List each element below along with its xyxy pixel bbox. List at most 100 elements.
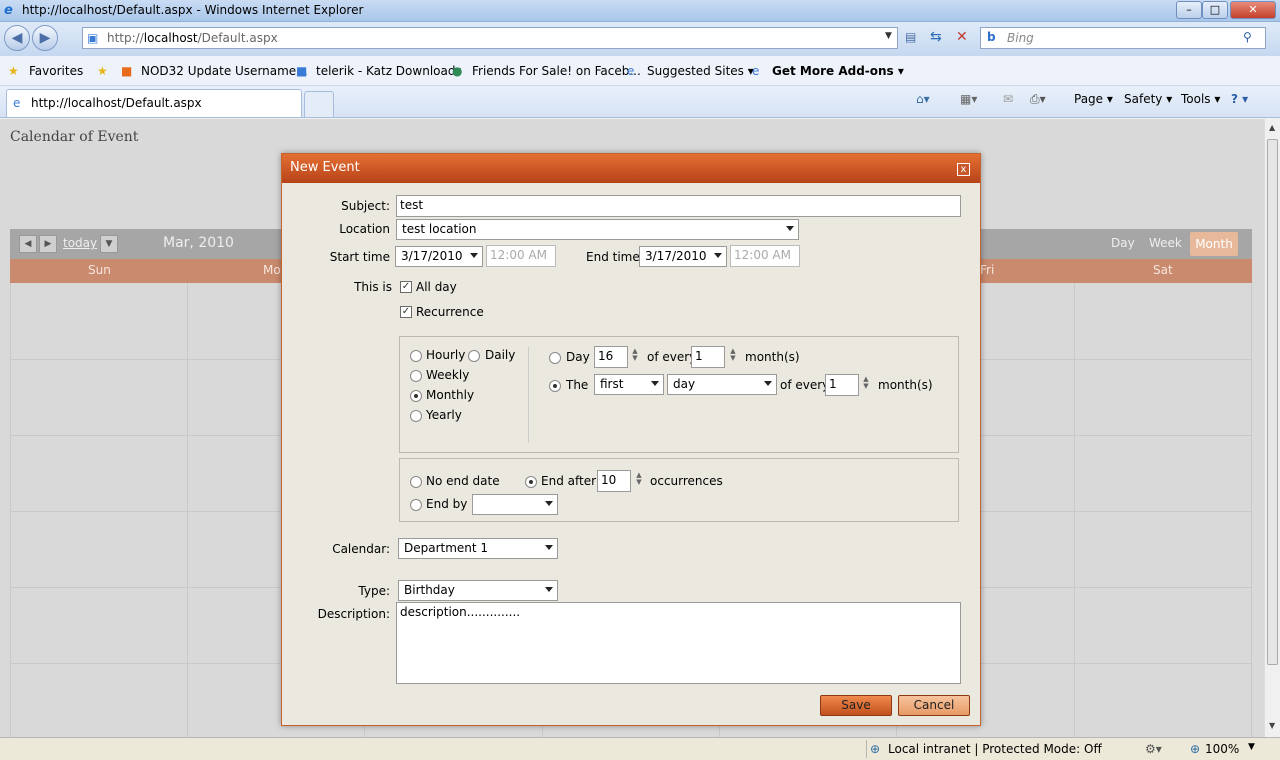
maximize-button[interactable]: □	[1202, 1, 1228, 19]
prev-month-button[interactable]: ◀	[19, 235, 37, 253]
monthly-radio[interactable]	[410, 390, 422, 402]
scroll-up-icon[interactable]: ▲	[1269, 123, 1275, 132]
occurrences-input[interactable]: 10	[597, 470, 631, 492]
security-zone[interactable]: Local intranet | Protected Mode: Off	[888, 742, 1102, 756]
current-month: Mar, 2010	[163, 235, 234, 251]
end-by-radio[interactable]	[410, 499, 422, 511]
vertical-scrollbar[interactable]: ▲ ▼	[1264, 119, 1280, 737]
type-select[interactable]: Birthday	[398, 580, 558, 601]
day-spinner[interactable]: ▲ ▼	[631, 348, 639, 364]
chevron-down-icon	[545, 587, 553, 592]
stop-icon[interactable]: ✕	[956, 29, 968, 45]
forward-button[interactable]: ▶	[32, 25, 58, 51]
scroll-down-icon[interactable]: ▼	[1269, 721, 1275, 730]
favorite-item-addons[interactable]: Get More Add-ons ▾	[772, 64, 904, 78]
start-date-picker[interactable]: 3/17/2010	[395, 246, 483, 267]
every-month-input-1[interactable]: 1	[691, 346, 725, 368]
end-date-value: 3/17/2010	[645, 249, 707, 263]
chevron-down-icon	[545, 545, 553, 550]
safety-menu[interactable]: Safety ▾	[1124, 92, 1172, 106]
calendar-select[interactable]: Department 1	[398, 538, 558, 559]
no-end-date-radio[interactable]	[410, 476, 422, 488]
monthly-day-radio[interactable]	[549, 352, 561, 364]
compatibility-icon[interactable]: ▤	[905, 30, 916, 44]
back-button[interactable]: ◀	[4, 25, 30, 51]
daily-radio[interactable]	[468, 350, 480, 362]
today-link[interactable]: today	[63, 236, 97, 250]
weekly-radio[interactable]	[410, 370, 422, 382]
protected-mode-icon[interactable]: ⚙▾	[1145, 742, 1162, 756]
monthly-the-label: The	[566, 378, 589, 392]
dialog-close-button[interactable]: x	[957, 163, 970, 176]
yearly-radio[interactable]	[410, 410, 422, 422]
feeds-icon[interactable]: ▦▾	[960, 92, 977, 106]
view-day[interactable]: Day	[1111, 236, 1135, 250]
add-favorite-icon[interactable]: ★	[97, 64, 108, 78]
tab-bar: e http://localhost/Default.aspx ⌂▾ ▦▾ ✉ …	[0, 86, 1280, 118]
view-month[interactable]: Month	[1190, 232, 1238, 256]
cancel-button[interactable]: Cancel	[898, 695, 970, 716]
zoom-level[interactable]: 100%	[1205, 742, 1239, 756]
end-after-radio[interactable]	[525, 476, 537, 488]
search-box[interactable]: b Bing ⚲	[980, 27, 1266, 49]
favorites-bar: ★ Favorites ★ ■ NOD32 Update Username...…	[0, 56, 1280, 86]
ordinal-value: first	[600, 377, 624, 391]
every-month-input-2[interactable]: 1	[825, 374, 859, 396]
new-tab-button[interactable]	[304, 91, 334, 117]
end-date-picker[interactable]: 3/17/2010	[639, 246, 727, 267]
tab-localhost[interactable]: e http://localhost/Default.aspx	[6, 89, 302, 117]
of-every-label-2: of every	[780, 378, 830, 392]
description-textarea[interactable]: description..............	[396, 602, 961, 684]
close-window-button[interactable]: ✕	[1230, 1, 1276, 19]
all-day-checkbox[interactable]: ✓	[400, 281, 412, 293]
refresh-icon[interactable]: ⇆	[930, 29, 942, 45]
next-month-button[interactable]: ▶	[39, 235, 57, 253]
favorite-item-telerik[interactable]: telerik - Katz Downloads	[316, 64, 462, 78]
weekday-select[interactable]: day	[667, 374, 777, 395]
zoom-icon[interactable]: ⊕	[1190, 742, 1200, 756]
every-month-spinner-1[interactable]: ▲ ▼	[729, 348, 737, 364]
recurrence-range-box: No end date End after 10 ▲ ▼ occurrences …	[399, 458, 959, 522]
occurrences-spinner[interactable]: ▲ ▼	[635, 472, 643, 488]
bing-logo-icon: b	[987, 30, 996, 44]
tab-label: http://localhost/Default.aspx	[31, 96, 202, 110]
tools-menu[interactable]: Tools ▾	[1181, 92, 1220, 106]
favorite-item-friends[interactable]: Friends For Sale! on Faceb...	[472, 64, 641, 78]
all-day-label: All day	[416, 280, 457, 294]
monthly-the-radio[interactable]	[549, 380, 561, 392]
end-by-date-picker[interactable]	[472, 494, 558, 515]
weekday-value: day	[673, 377, 696, 391]
hourly-radio[interactable]	[410, 350, 422, 362]
location-select[interactable]: test location	[396, 219, 799, 240]
subject-input[interactable]: test	[396, 195, 961, 217]
end-after-label: End after	[541, 474, 597, 488]
recurrence-checkbox[interactable]: ✓	[400, 306, 412, 318]
ie-page-icon: e	[752, 64, 760, 78]
zoom-dropdown-icon[interactable]: ▼	[1248, 742, 1255, 752]
favorites-button[interactable]: Favorites	[29, 64, 83, 78]
address-dropdown-icon[interactable]: ▼	[885, 31, 892, 41]
address-bar[interactable]: ▣ http://localhost/Default.aspx ▼	[82, 27, 898, 49]
minimize-button[interactable]: –	[1176, 1, 1202, 19]
location-label: Location	[339, 222, 390, 236]
mail-icon[interactable]: ✉	[1003, 92, 1013, 106]
search-icon[interactable]: ⚲	[1243, 30, 1252, 44]
save-button[interactable]: Save	[820, 695, 892, 716]
view-week[interactable]: Week	[1149, 236, 1182, 250]
favorite-item-nod32[interactable]: NOD32 Update Username...	[141, 64, 308, 78]
print-icon[interactable]: ⎙▾	[1030, 92, 1046, 107]
calendar-label: Calendar:	[332, 542, 390, 556]
favorite-item-suggested[interactable]: Suggested Sites ▾	[647, 64, 754, 78]
help-menu[interactable]: ? ▾	[1231, 92, 1248, 106]
months-label-1: month(s)	[745, 350, 800, 364]
chevron-down-icon	[470, 253, 478, 258]
day-mon: Mo	[263, 263, 281, 277]
date-picker-button[interactable]: ▼	[100, 235, 118, 253]
ordinal-select[interactable]: first	[594, 374, 664, 395]
every-month-spinner-2[interactable]: ▲ ▼	[862, 376, 870, 392]
home-icon[interactable]: ⌂▾	[916, 92, 930, 106]
dialog-title-bar: New Event	[282, 154, 980, 183]
scroll-thumb[interactable]	[1267, 139, 1278, 665]
monthly-day-input[interactable]: 16	[594, 346, 628, 368]
page-menu[interactable]: Page ▾	[1074, 92, 1113, 106]
